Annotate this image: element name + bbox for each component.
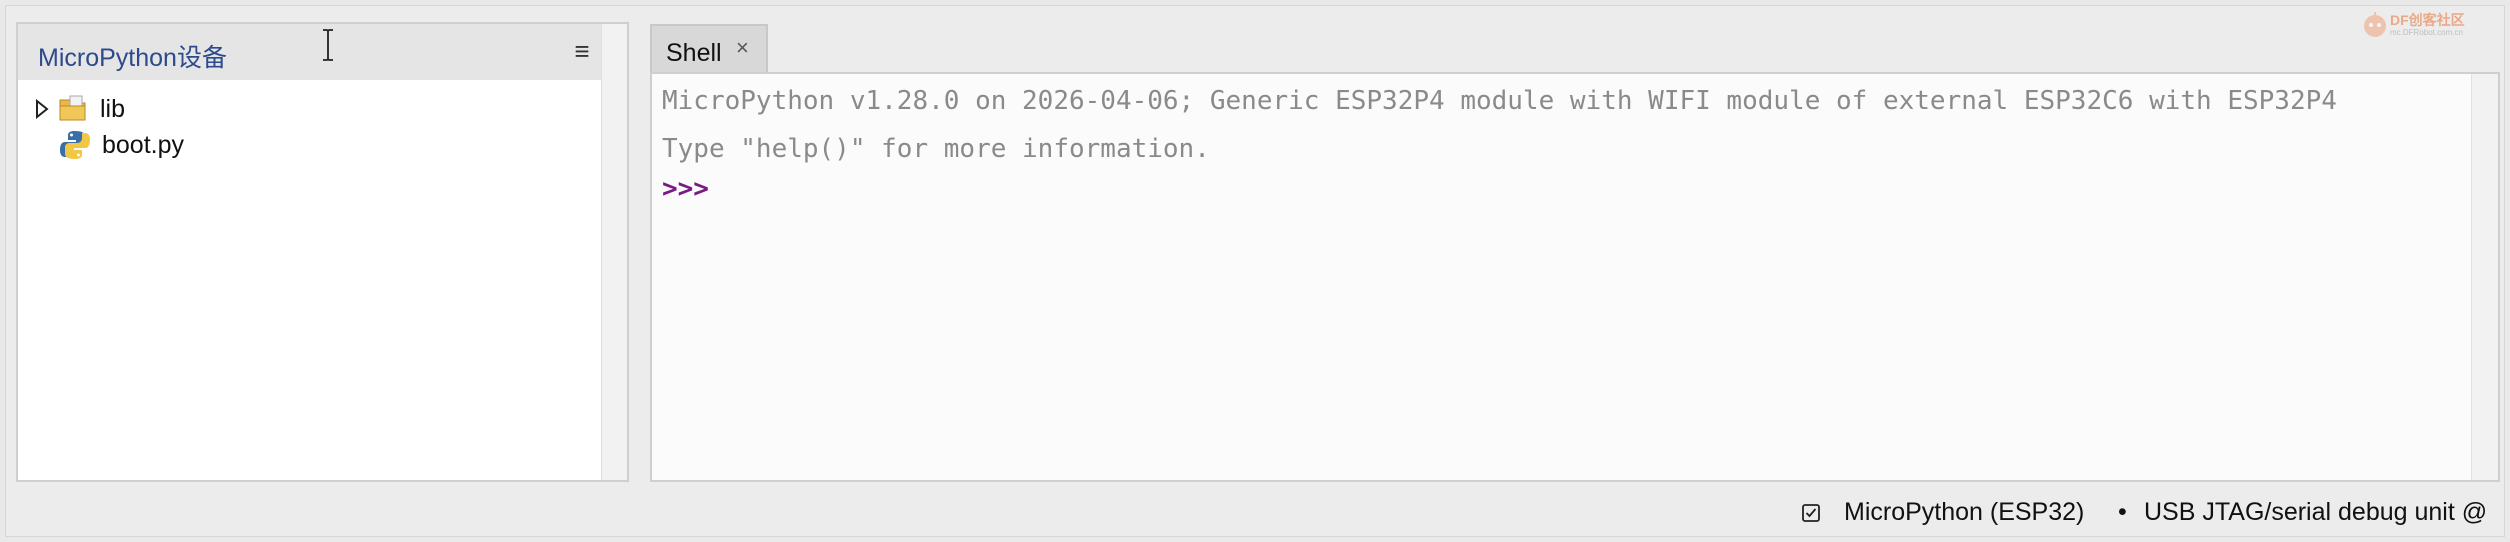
shell-output-line: Type "help()" for more information. bbox=[662, 134, 1210, 164]
shell-output-line: MicroPython v1.28.0 on 2026-04-06; Gener… bbox=[662, 86, 2337, 116]
close-icon[interactable]: × bbox=[736, 35, 749, 61]
tree-item-lib[interactable]: lib bbox=[32, 92, 125, 126]
watermark-sub: mc.DFRobot.com.cn bbox=[2390, 28, 2463, 37]
port-selector[interactable]: USB JTAG/serial debug unit @ bbox=[2144, 498, 2500, 527]
folder-icon bbox=[56, 92, 90, 126]
device-files-panel: MicroPython设备 ≡ lib boot.py bbox=[16, 22, 629, 482]
shell-prompt[interactable]: >>> bbox=[662, 174, 709, 204]
robot-mascot-icon bbox=[2360, 10, 2390, 40]
files-panel-title: MicroPython设备 bbox=[38, 44, 227, 72]
tree-item-label: boot.py bbox=[102, 130, 185, 159]
hamburger-menu-icon[interactable]: ≡ bbox=[569, 36, 595, 66]
text-cursor-icon bbox=[320, 28, 336, 62]
expand-triangle-icon[interactable] bbox=[32, 95, 52, 123]
files-panel-header: MicroPython设备 ≡ bbox=[18, 24, 604, 80]
interpreter-selector[interactable]: MicroPython (ESP32) bbox=[1844, 498, 2084, 527]
status-bar: MicroPython (ESP32) • USB JTAG/serial de… bbox=[6, 490, 2504, 536]
tree-item-boot-py[interactable]: boot.py bbox=[32, 128, 184, 162]
checkbox-icon[interactable] bbox=[1801, 503, 1821, 523]
tab-shell-label: Shell bbox=[666, 39, 722, 67]
tree-item-label: lib bbox=[100, 94, 126, 123]
shell-console[interactable]: MicroPython v1.28.0 on 2026-04-06; Gener… bbox=[650, 72, 2500, 482]
shell-scrollbar[interactable] bbox=[2471, 74, 2498, 480]
tab-shell[interactable]: Shell × bbox=[650, 24, 768, 74]
dfrobot-watermark-logo: DF创客社区 mc.DFRobot.com.cn bbox=[2360, 6, 2465, 46]
watermark-brand: DF创客社区 bbox=[2390, 12, 2465, 28]
status-separator: • bbox=[2118, 498, 2127, 526]
files-scrollbar[interactable] bbox=[601, 24, 627, 480]
pane-splitter[interactable] bbox=[631, 6, 649, 486]
ide-window: MicroPython设备 ≡ lib boot.py Shell × Micr… bbox=[6, 6, 2504, 536]
python-file-icon bbox=[58, 128, 92, 162]
